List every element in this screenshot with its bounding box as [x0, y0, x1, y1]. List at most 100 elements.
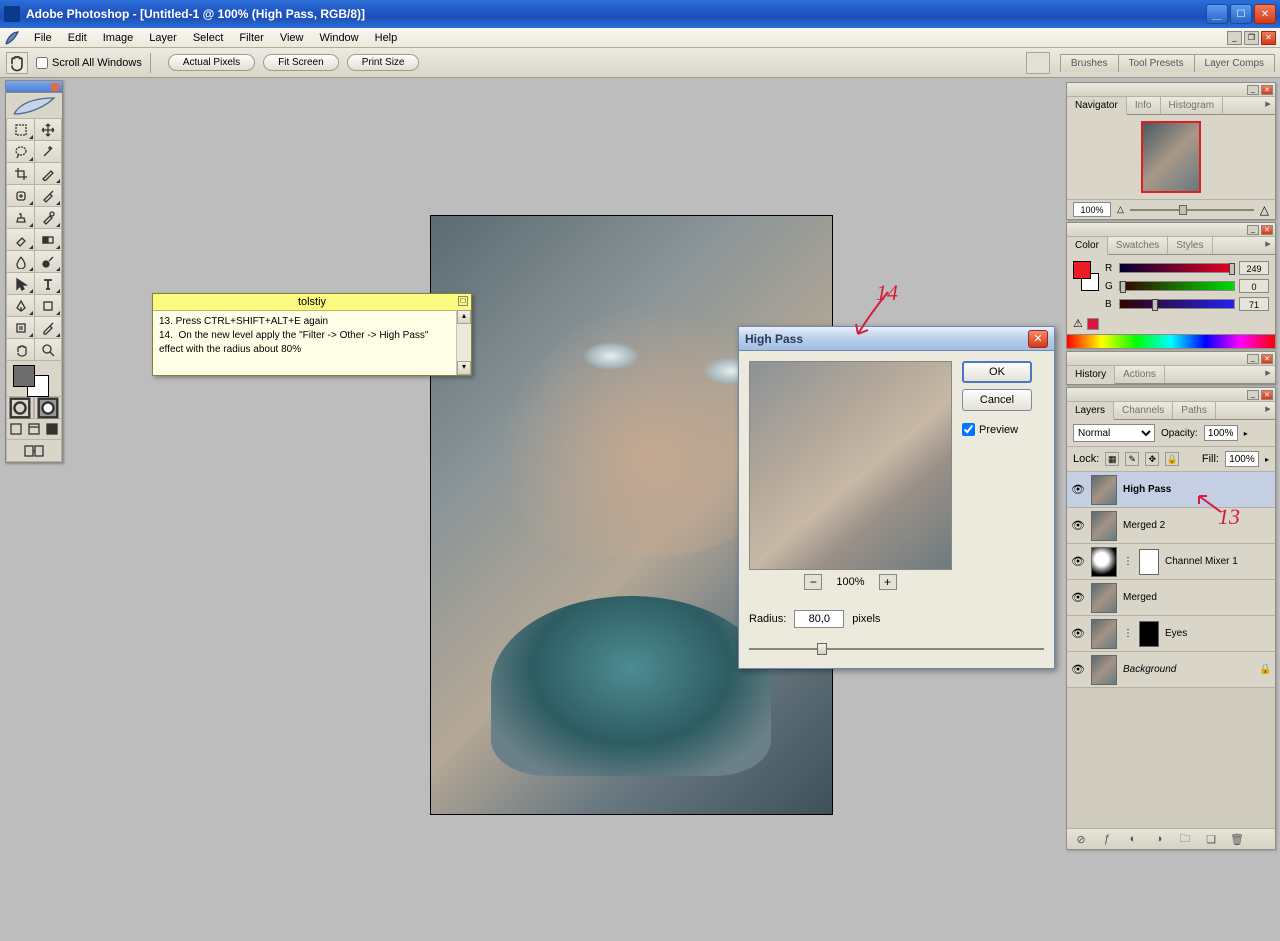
eyedropper-tool[interactable]: [34, 317, 62, 339]
history-brush-tool[interactable]: [34, 207, 62, 229]
zoom-out-button[interactable]: −: [804, 574, 822, 590]
panel-minimize[interactable]: _: [1247, 354, 1259, 364]
lock-all-icon[interactable]: 🔒: [1165, 452, 1179, 466]
layer-name[interactable]: Background: [1123, 664, 1253, 675]
note-scroll-up[interactable]: ▴: [457, 310, 471, 324]
tab-history[interactable]: History: [1067, 366, 1115, 384]
lasso-tool[interactable]: [6, 141, 34, 163]
annotation-note[interactable]: tolstiy □ 13. Press CTRL+SHIFT+ALT+E aga…: [152, 293, 472, 376]
menu-layer[interactable]: Layer: [141, 30, 185, 46]
new-group-icon[interactable]: 🗀: [1177, 832, 1193, 846]
layer-row[interactable]: 👁 Merged: [1067, 580, 1275, 616]
g-slider[interactable]: [1119, 281, 1235, 291]
panel-menu-icon[interactable]: ▸: [1261, 402, 1275, 419]
color-swatch[interactable]: [1073, 261, 1099, 297]
fill-input[interactable]: [1225, 451, 1259, 467]
layer-style-icon[interactable]: ƒ: [1099, 832, 1115, 846]
dodge-tool[interactable]: [34, 251, 62, 273]
tab-paths[interactable]: Paths: [1173, 402, 1216, 419]
panel-close[interactable]: ✕: [1261, 85, 1273, 95]
panel-minimize[interactable]: _: [1247, 390, 1259, 400]
note-scrollbar[interactable]: ▴ ▾: [456, 310, 471, 375]
panel-close[interactable]: ✕: [1261, 354, 1273, 364]
palette-tab-layer-comps[interactable]: Layer Comps: [1194, 54, 1275, 72]
visibility-icon[interactable]: 👁: [1071, 555, 1085, 569]
visibility-icon[interactable]: 👁: [1071, 591, 1085, 605]
layer-thumbnail[interactable]: [1091, 583, 1117, 613]
layer-thumbnail[interactable]: [1091, 475, 1117, 505]
preview-checkbox[interactable]: Preview: [962, 423, 1032, 436]
eraser-tool[interactable]: [6, 229, 34, 251]
layer-mask-thumbnail[interactable]: [1139, 549, 1159, 575]
adjustment-thumbnail[interactable]: [1091, 547, 1117, 577]
brush-tool[interactable]: [34, 185, 62, 207]
gradient-tool[interactable]: [34, 229, 62, 251]
menu-image[interactable]: Image: [95, 30, 142, 46]
hand-tool[interactable]: [6, 339, 34, 361]
tab-channels[interactable]: Channels: [1114, 402, 1173, 419]
panel-menu-icon[interactable]: ▸: [1261, 366, 1275, 383]
tab-layers[interactable]: Layers: [1067, 402, 1114, 420]
lock-paint-icon[interactable]: ✎: [1125, 452, 1139, 466]
fill-flyout-icon[interactable]: ▸: [1265, 455, 1269, 464]
close-button[interactable]: ✕: [1254, 4, 1276, 24]
foreground-color[interactable]: [13, 365, 35, 387]
slice-tool[interactable]: [34, 163, 62, 185]
b-value[interactable]: 71: [1239, 297, 1269, 311]
menu-help[interactable]: Help: [367, 30, 406, 46]
opacity-input[interactable]: [1204, 425, 1238, 441]
crop-tool[interactable]: [6, 163, 34, 185]
tab-histogram[interactable]: Histogram: [1161, 97, 1224, 114]
new-layer-icon[interactable]: ❏: [1203, 832, 1219, 846]
visibility-icon[interactable]: 👁: [1071, 519, 1085, 533]
delete-layer-icon[interactable]: 🗑: [1229, 832, 1245, 846]
panel-menu-icon[interactable]: ▸: [1261, 97, 1275, 114]
layer-mask-thumbnail[interactable]: [1139, 621, 1159, 647]
layer-name[interactable]: Merged: [1123, 592, 1271, 603]
layer-name[interactable]: Merged 2: [1123, 520, 1271, 531]
layer-mask-icon[interactable]: ◐: [1125, 832, 1141, 846]
magic-wand-tool[interactable]: [34, 141, 62, 163]
gamut-warning-icon[interactable]: ⚠: [1073, 317, 1083, 330]
panel-minimize[interactable]: _: [1247, 225, 1259, 235]
lock-transparency-icon[interactable]: ▦: [1105, 452, 1119, 466]
layer-thumbnail[interactable]: [1091, 619, 1117, 649]
palette-tab-tool-presets[interactable]: Tool Presets: [1118, 54, 1195, 72]
type-tool[interactable]: [34, 273, 62, 295]
zoom-in-icon[interactable]: △: [1260, 203, 1269, 217]
print-size-button[interactable]: Print Size: [347, 54, 420, 71]
panel-menu-icon[interactable]: ▸: [1261, 237, 1275, 254]
menu-select[interactable]: Select: [185, 30, 232, 46]
gamut-color[interactable]: [1087, 318, 1099, 330]
clone-stamp-tool[interactable]: [6, 207, 34, 229]
link-icon[interactable]: ⋮: [1123, 628, 1133, 639]
doc-close-button[interactable]: ✕: [1261, 31, 1276, 45]
menu-view[interactable]: View: [272, 30, 312, 46]
zoom-tool[interactable]: [34, 339, 62, 361]
visibility-icon[interactable]: 👁: [1071, 627, 1085, 641]
r-slider[interactable]: [1119, 263, 1235, 273]
path-selection-tool[interactable]: [6, 273, 34, 295]
layer-row[interactable]: 👁 Merged 2: [1067, 508, 1275, 544]
blend-mode-select[interactable]: Normal: [1073, 424, 1155, 442]
shape-tool[interactable]: [34, 295, 62, 317]
pen-tool[interactable]: [6, 295, 34, 317]
link-icon[interactable]: ⋮: [1123, 556, 1133, 567]
layer-name[interactable]: Eyes: [1165, 628, 1271, 639]
color-spectrum[interactable]: [1067, 334, 1275, 348]
lock-position-icon[interactable]: ✥: [1145, 452, 1159, 466]
layer-row[interactable]: 👁High Pass: [1067, 472, 1275, 508]
note-scroll-down[interactable]: ▾: [457, 361, 471, 375]
radius-input[interactable]: [794, 610, 844, 628]
palette-tab-brushes[interactable]: Brushes: [1060, 54, 1119, 72]
tab-swatches[interactable]: Swatches: [1108, 237, 1168, 254]
notes-tool[interactable]: [6, 317, 34, 339]
layer-name[interactable]: Channel Mixer 1: [1165, 556, 1271, 567]
screen-mode-standard[interactable]: [7, 419, 25, 439]
menu-filter[interactable]: Filter: [231, 30, 271, 46]
layer-row[interactable]: 👁 ⋮ Channel Mixer 1: [1067, 544, 1275, 580]
tab-navigator[interactable]: Navigator: [1067, 97, 1127, 115]
visibility-icon[interactable]: 👁: [1071, 483, 1085, 497]
jump-to-imageready[interactable]: [6, 440, 62, 462]
navigator-zoom-input[interactable]: [1073, 202, 1111, 217]
